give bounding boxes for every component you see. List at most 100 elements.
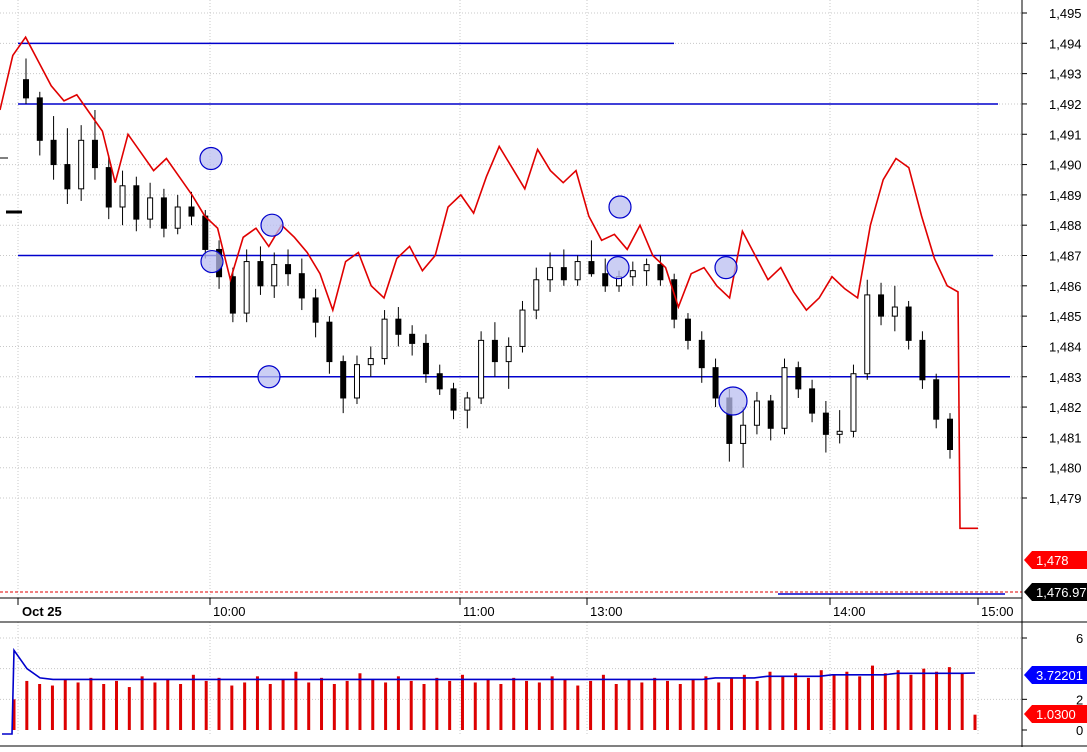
volume-average-badge: 3.72201	[1024, 666, 1087, 684]
price-bar-body	[505, 345, 512, 363]
volume-bar	[704, 676, 708, 730]
price-bar-body	[781, 367, 788, 429]
price-bar-body	[712, 367, 719, 399]
price-bar-body	[933, 379, 940, 420]
volume-bar	[268, 684, 272, 730]
price-bar-body	[878, 294, 885, 317]
volume-bar	[435, 677, 439, 730]
price-bar-body	[160, 197, 167, 229]
price-bar-body	[698, 339, 705, 369]
price-bar-body	[602, 273, 609, 287]
price-bar-body	[864, 294, 871, 375]
volume-bar	[742, 674, 746, 730]
time-tick-label: 14:00	[833, 604, 866, 619]
volume-bar	[307, 682, 311, 730]
volume-bar	[730, 677, 734, 730]
price-bar-body	[285, 264, 292, 275]
signal-marker	[718, 386, 748, 416]
volume-bar	[63, 679, 67, 730]
price-bar-body	[188, 206, 195, 217]
volume-bar	[230, 685, 234, 730]
price-bar-body	[422, 342, 429, 375]
price-bar-body	[436, 373, 443, 390]
price-tick-label: 1,480	[1049, 461, 1082, 476]
volume-bar	[320, 677, 324, 730]
volume-bar	[960, 673, 964, 730]
volume-bar	[255, 676, 259, 730]
signal-marker	[606, 256, 630, 280]
volume-bar	[486, 679, 490, 730]
price-bar-body	[64, 164, 71, 190]
price-bar-body	[298, 273, 305, 299]
volume-bar	[589, 680, 593, 730]
price-bar-body	[478, 339, 485, 399]
volume-bar	[358, 673, 362, 730]
price-bar-body	[229, 276, 236, 314]
volume-bar	[243, 682, 247, 730]
volume-bar	[640, 682, 644, 730]
volume-bar	[832, 674, 836, 730]
volume-bar	[102, 684, 106, 730]
last-price-badge: 1,478	[1024, 551, 1087, 569]
volume-bar	[50, 685, 54, 730]
price-bar-body	[905, 306, 912, 341]
price-bar-body	[340, 361, 347, 399]
price-tick-label: 1,486	[1049, 279, 1082, 294]
price-bar-body	[409, 333, 416, 344]
volume-bar	[25, 680, 29, 730]
price-tick-label: 1,481	[1049, 430, 1082, 445]
price-bar-body	[767, 400, 774, 429]
price-bar-body	[809, 388, 816, 414]
volume-bar	[896, 670, 900, 730]
volume-bar	[409, 680, 413, 730]
volume-bar	[935, 671, 939, 730]
volume-bar	[858, 676, 862, 730]
volume-bar	[460, 674, 464, 730]
volume-bar	[217, 677, 221, 730]
price-tick-label: 1,490	[1049, 158, 1082, 173]
price-bar-body	[119, 185, 126, 208]
signal-marker	[260, 213, 284, 237]
volume-bar	[332, 684, 336, 730]
price-bar-body	[850, 373, 857, 432]
volume-bar	[525, 680, 529, 730]
price-bar-body	[381, 318, 388, 360]
volume-bar	[717, 682, 721, 730]
price-bar-body	[202, 215, 209, 250]
price-tick-label: 1,489	[1049, 188, 1082, 203]
price-bar-body	[836, 430, 843, 435]
price-bar-body	[133, 185, 140, 220]
volume-bar	[166, 679, 170, 730]
volume-bar	[806, 677, 810, 730]
volume-bar	[473, 682, 477, 730]
volume-bar	[819, 670, 823, 730]
last-price-badge-text: 1,478	[1036, 553, 1069, 568]
price-bar-body	[367, 358, 374, 366]
volume-bar	[294, 671, 298, 730]
price-tick-label: 1,488	[1049, 218, 1082, 233]
secondary-price-badge: 1,476.97	[1024, 583, 1087, 601]
price-tick-label: 1,492	[1049, 97, 1082, 112]
price-bar-body	[91, 139, 98, 169]
time-tick-label: Oct 25	[22, 604, 62, 619]
price-tick-label: 1,485	[1049, 309, 1082, 324]
signal-marker	[200, 249, 224, 274]
price-tick-label: 1,484	[1049, 339, 1082, 354]
volume-bar	[755, 680, 759, 730]
volume-tick-label: 0	[1076, 723, 1083, 738]
price-bar-body	[257, 261, 264, 287]
volume-bar	[179, 684, 183, 730]
volume-bar	[371, 679, 375, 730]
price-bar-body	[643, 264, 650, 272]
price-tick-label: 1,494	[1049, 36, 1082, 51]
price-bar-body	[105, 167, 112, 208]
price-bar-body	[36, 97, 43, 141]
price-bar-body	[919, 339, 926, 381]
price-tick-label: 1,487	[1049, 249, 1082, 264]
volume-bar	[537, 682, 541, 730]
price-bar-body	[50, 139, 57, 166]
volume-bar	[601, 674, 605, 730]
signal-marker	[714, 256, 738, 280]
volume-bar	[653, 677, 657, 730]
volume-bar	[947, 667, 951, 730]
